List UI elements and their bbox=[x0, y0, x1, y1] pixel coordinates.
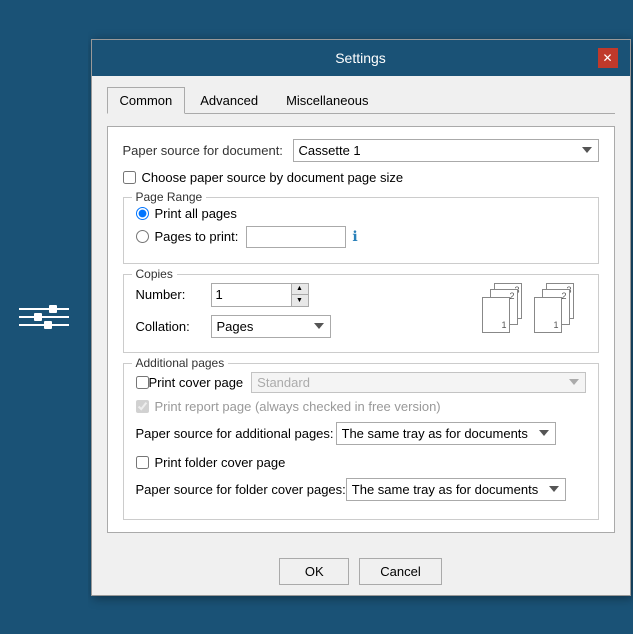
paper-source-folder-label: Paper source for folder cover pages: bbox=[136, 482, 346, 497]
title-bar: Settings ✕ bbox=[92, 40, 630, 76]
page-front-2: 1 bbox=[534, 297, 562, 333]
choose-paper-checkbox[interactable] bbox=[123, 171, 136, 184]
page-num-2b: 2 bbox=[561, 291, 566, 301]
page-range-group-label: Page Range bbox=[132, 190, 207, 204]
page-num-1b: 1 bbox=[553, 320, 558, 330]
collation-icons: 3 2 1 3 bbox=[482, 283, 586, 333]
dialog-footer: OK Cancel bbox=[92, 548, 630, 595]
tab-advanced[interactable]: Advanced bbox=[187, 87, 271, 114]
slider-handle-2 bbox=[34, 313, 42, 321]
page-front-1: 1 bbox=[482, 297, 510, 333]
choose-paper-label: Choose paper source by document page siz… bbox=[142, 170, 404, 185]
pages-to-print-row: Pages to print: ℹ bbox=[136, 226, 586, 248]
print-cover-label: Print cover page bbox=[149, 375, 244, 390]
print-report-checkbox bbox=[136, 400, 149, 413]
close-button[interactable]: ✕ bbox=[598, 48, 618, 68]
pages-to-print-label: Pages to print: bbox=[155, 229, 239, 244]
paper-source-label: Paper source for document: bbox=[123, 143, 293, 158]
paper-source-folder-select[interactable]: The same tray as for documents bbox=[346, 478, 566, 501]
paper-source-add-row: Paper source for additional pages: The s… bbox=[136, 422, 586, 445]
print-report-label: Print report page (always checked in fre… bbox=[155, 399, 441, 414]
number-spinner: ▲ ▼ bbox=[211, 283, 309, 307]
print-all-label: Print all pages bbox=[155, 206, 237, 221]
print-report-row: Print report page (always checked in fre… bbox=[136, 399, 586, 414]
page-num-1a: 1 bbox=[501, 320, 506, 330]
slider-line-3 bbox=[19, 324, 69, 326]
print-cover-row: Print cover page Standard bbox=[136, 372, 586, 393]
choose-paper-row: Choose paper source by document page siz… bbox=[123, 170, 599, 185]
tab-miscellaneous[interactable]: Miscellaneous bbox=[273, 87, 381, 114]
copies-group: Copies Number: ▲ ▼ bbox=[123, 274, 599, 353]
number-input[interactable] bbox=[211, 283, 291, 307]
print-folder-checkbox[interactable] bbox=[136, 456, 149, 469]
ok-button[interactable]: OK bbox=[279, 558, 349, 585]
tab-content-common: Paper source for document: Cassette 1 Ch… bbox=[107, 126, 615, 533]
page-num-2a: 2 bbox=[509, 291, 514, 301]
tab-bar: Common Advanced Miscellaneous bbox=[107, 86, 615, 114]
collation-label: Collation: bbox=[136, 319, 211, 334]
page-range-group: Page Range Print all pages Pages to prin… bbox=[123, 197, 599, 264]
dialog-body: Common Advanced Miscellaneous Paper sour… bbox=[92, 76, 630, 548]
slider-handle-1 bbox=[49, 305, 57, 313]
settings-dialog: Settings ✕ Common Advanced Miscellaneous… bbox=[91, 39, 631, 596]
slider-line-1 bbox=[19, 308, 69, 310]
page-stack-1: 3 2 1 bbox=[482, 283, 522, 333]
additional-pages-group: Additional pages Print cover page Standa… bbox=[123, 363, 599, 520]
page-stack-2: 3 2 1 bbox=[534, 283, 574, 333]
paper-source-add-label: Paper source for additional pages: bbox=[136, 426, 336, 441]
dialog-title: Settings bbox=[124, 50, 598, 66]
copies-group-label: Copies bbox=[132, 267, 177, 281]
sidebar bbox=[0, 0, 88, 634]
collation-row: Collation: Pages Copies bbox=[136, 315, 462, 338]
additional-pages-label: Additional pages bbox=[132, 356, 229, 370]
print-all-row: Print all pages bbox=[136, 206, 586, 221]
tab-common[interactable]: Common bbox=[107, 87, 186, 114]
print-cover-checkbox[interactable] bbox=[136, 376, 149, 389]
spinner-down-btn[interactable]: ▼ bbox=[292, 295, 308, 306]
collation-select[interactable]: Pages Copies bbox=[211, 315, 331, 338]
pages-to-print-radio[interactable] bbox=[136, 230, 149, 243]
print-folder-row: Print folder cover page bbox=[136, 455, 586, 470]
cancel-button[interactable]: Cancel bbox=[359, 558, 441, 585]
number-label: Number: bbox=[136, 287, 211, 302]
number-row: Number: ▲ ▼ bbox=[136, 283, 462, 307]
slider-handle-3 bbox=[44, 321, 52, 329]
slider-line-2 bbox=[19, 316, 69, 318]
paper-source-add-select[interactable]: The same tray as for documents bbox=[336, 422, 556, 445]
info-icon: ℹ bbox=[352, 228, 357, 245]
pages-to-print-input[interactable] bbox=[246, 226, 346, 248]
paper-source-select[interactable]: Cassette 1 bbox=[293, 139, 599, 162]
paper-source-folder-row: Paper source for folder cover pages: The… bbox=[136, 478, 586, 501]
settings-icon bbox=[19, 308, 69, 326]
paper-source-row: Paper source for document: Cassette 1 bbox=[123, 139, 599, 162]
print-folder-label: Print folder cover page bbox=[155, 455, 286, 470]
cover-style-select: Standard bbox=[251, 372, 585, 393]
print-all-radio[interactable] bbox=[136, 207, 149, 220]
spinner-up-btn[interactable]: ▲ bbox=[292, 284, 308, 295]
spinner-buttons: ▲ ▼ bbox=[291, 283, 309, 307]
